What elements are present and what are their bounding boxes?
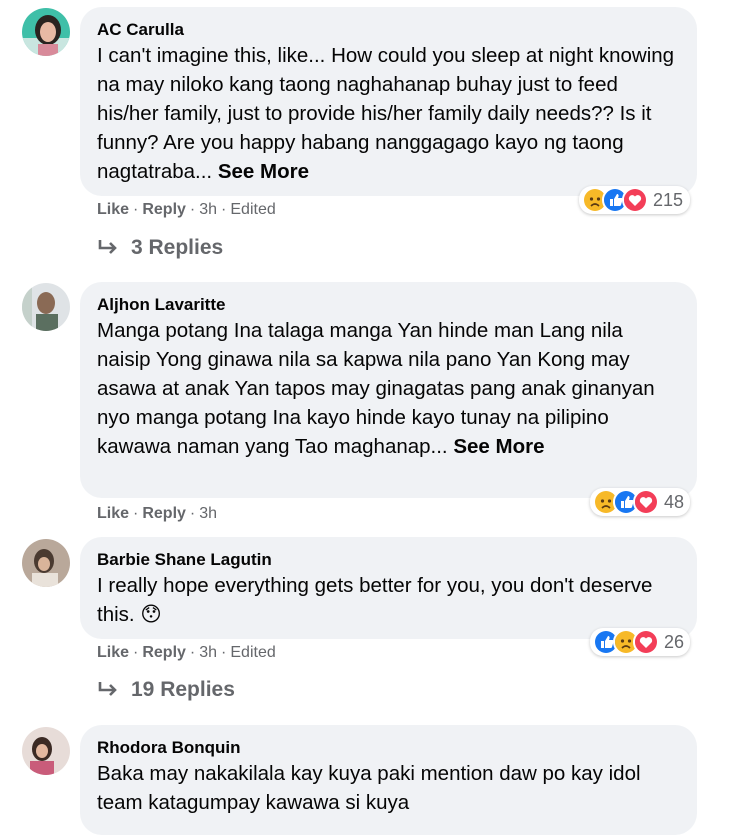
emoji: 😯 — [140, 602, 162, 626]
reply-button[interactable]: Reply — [142, 201, 186, 218]
avatar[interactable] — [22, 283, 70, 331]
like-button[interactable]: Like — [97, 644, 129, 661]
avatar[interactable] — [22, 539, 70, 587]
reply-arrow-icon — [98, 682, 117, 696]
reaction-count: 215 — [653, 189, 684, 210]
comment-author[interactable]: Rhodora Bonquin — [97, 737, 679, 759]
comment-bubble: Aljhon Lavaritte Manga potang Ina talaga… — [80, 282, 697, 498]
comment-text: Manga potang Ina talaga manga Yan hinde … — [97, 316, 679, 461]
edited-label: Edited — [230, 201, 276, 218]
avatar[interactable] — [22, 8, 70, 56]
reply-button[interactable]: Reply — [142, 644, 186, 661]
timestamp[interactable]: 3h — [199, 644, 217, 661]
comment-actions: Like · Reply · 3h · Edited — [97, 644, 276, 661]
view-replies-button[interactable]: 19 Replies — [97, 678, 235, 702]
like-button[interactable]: Like — [97, 505, 129, 522]
see-more-link[interactable]: See More — [218, 160, 309, 183]
view-replies-button[interactable]: 3 Replies — [97, 236, 223, 260]
reaction-summary[interactable]: 48 — [590, 488, 690, 516]
love-icon — [622, 187, 648, 213]
reply-button[interactable]: Reply — [142, 505, 186, 522]
replies-label: 19 Replies — [131, 678, 235, 701]
comment-author[interactable]: AC Carulla — [97, 19, 679, 41]
comment-text: Baka may nakakilala kay kuya paki mentio… — [97, 762, 641, 814]
timestamp[interactable]: 3h — [199, 505, 217, 522]
see-more-link[interactable]: See More — [453, 435, 544, 458]
comment-author[interactable]: Barbie Shane Lagutin — [97, 549, 679, 571]
comment-body: I can't imagine this, like... How could … — [97, 44, 675, 183]
comment-actions: Like · Reply · 3h · Edited — [97, 201, 276, 218]
reaction-summary[interactable]: 215 — [579, 186, 690, 214]
comment-bubble: Barbie Shane Lagutin I really hope every… — [80, 537, 697, 639]
comment-actions: Like · Reply · 3h — [97, 505, 218, 522]
comment-body: Manga potang Ina talaga manga Yan hinde … — [97, 319, 655, 458]
love-icon — [633, 629, 659, 655]
reaction-summary[interactable]: 26 — [590, 628, 690, 656]
comment-text: I can't imagine this, like... How could … — [97, 41, 679, 186]
avatar[interactable] — [22, 727, 70, 775]
timestamp[interactable]: 3h — [199, 201, 217, 218]
comment-body: I really hope everything gets better for… — [97, 574, 653, 626]
comment-bubble: Rhodora Bonquin Baka may nakakilala kay … — [80, 725, 697, 835]
edited-label: Edited — [230, 644, 276, 661]
comment-author[interactable]: Aljhon Lavaritte — [97, 294, 679, 316]
like-button[interactable]: Like — [97, 201, 129, 218]
reaction-count: 48 — [664, 491, 685, 512]
comment-text: I really hope everything gets better for… — [97, 571, 679, 629]
reply-arrow-icon — [98, 240, 117, 254]
replies-label: 3 Replies — [131, 236, 224, 259]
love-icon — [633, 489, 659, 515]
reaction-count: 26 — [664, 631, 685, 652]
comment-bubble: AC Carulla I can't imagine this, like...… — [80, 7, 697, 196]
